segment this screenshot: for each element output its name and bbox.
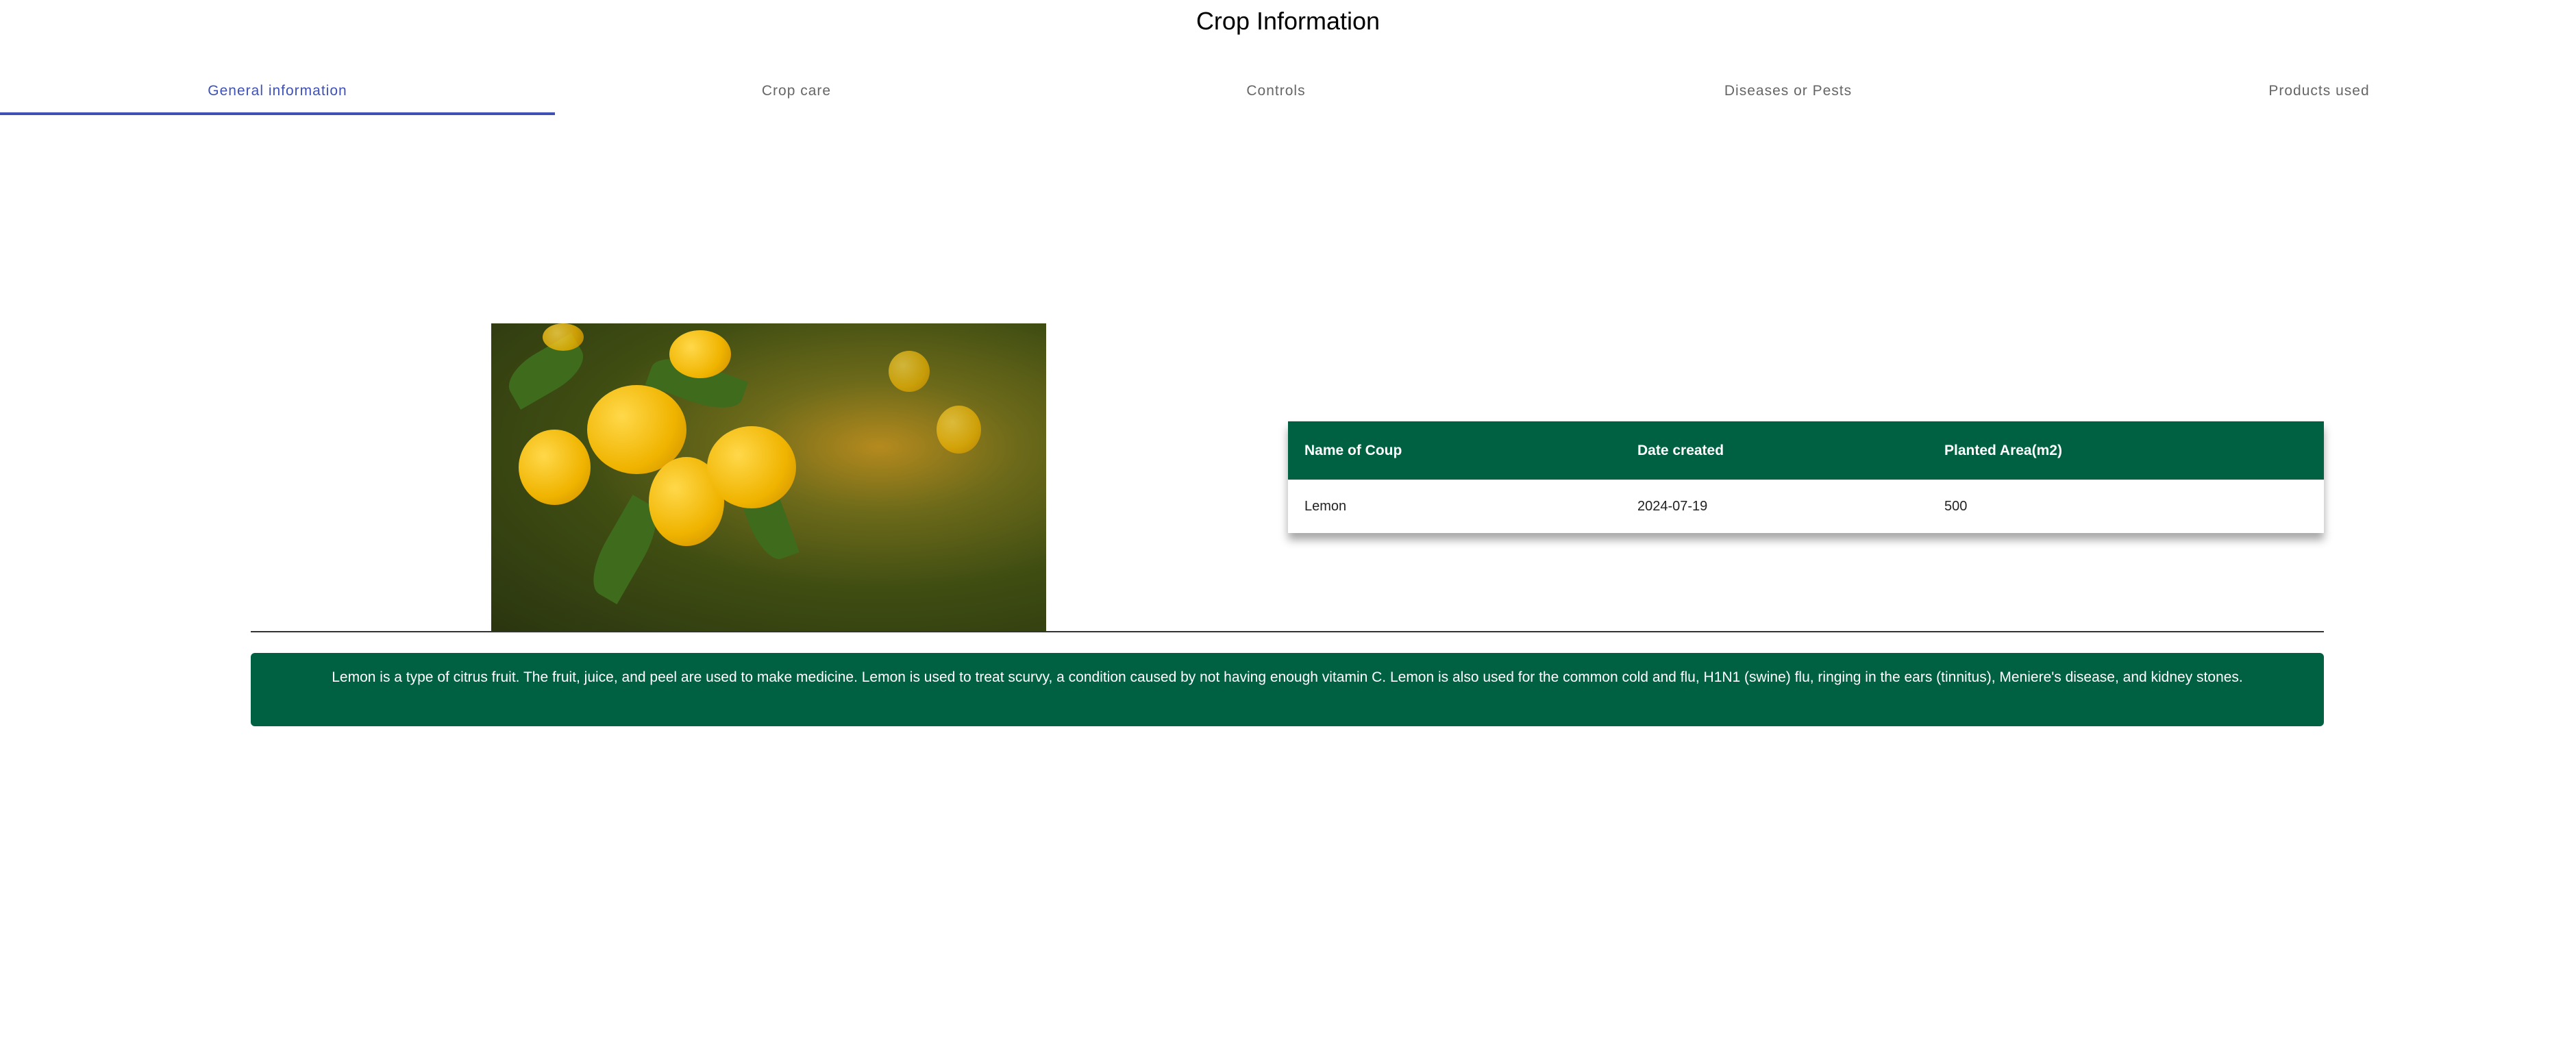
tab-crop-care[interactable]: Crop care bbox=[555, 69, 1038, 114]
tab-bar: General information Crop care Controls D… bbox=[0, 69, 2576, 116]
crop-info-table: Name of Coup Date created Planted Area(m… bbox=[1288, 421, 2324, 533]
table-row: Lemon 2024-07-19 500 bbox=[1288, 480, 2324, 533]
page-title: Crop Information bbox=[1196, 7, 1380, 35]
column-header-area: Planted Area(m2) bbox=[1944, 443, 2062, 458]
active-tab-indicator bbox=[0, 112, 555, 115]
divider bbox=[251, 631, 2324, 632]
tab-diseases-or-pests[interactable]: Diseases or Pests bbox=[1514, 69, 2062, 114]
cell-name: Lemon bbox=[1304, 499, 1347, 514]
tab-general-information[interactable]: General information bbox=[0, 69, 555, 114]
column-header-date: Date created bbox=[1637, 443, 1724, 458]
tab-controls[interactable]: Controls bbox=[1038, 69, 1514, 114]
crop-description: Lemon is a type of citrus fruit. The fru… bbox=[251, 653, 2324, 726]
column-header-name: Name of Coup bbox=[1304, 443, 1402, 458]
tab-products-used[interactable]: Products used bbox=[2062, 69, 2576, 114]
cell-date: 2024-07-19 bbox=[1637, 499, 1708, 514]
cell-area: 500 bbox=[1944, 499, 1968, 514]
crop-image bbox=[491, 323, 1046, 632]
table-header-row: Name of Coup Date created Planted Area(m… bbox=[1288, 421, 2324, 480]
